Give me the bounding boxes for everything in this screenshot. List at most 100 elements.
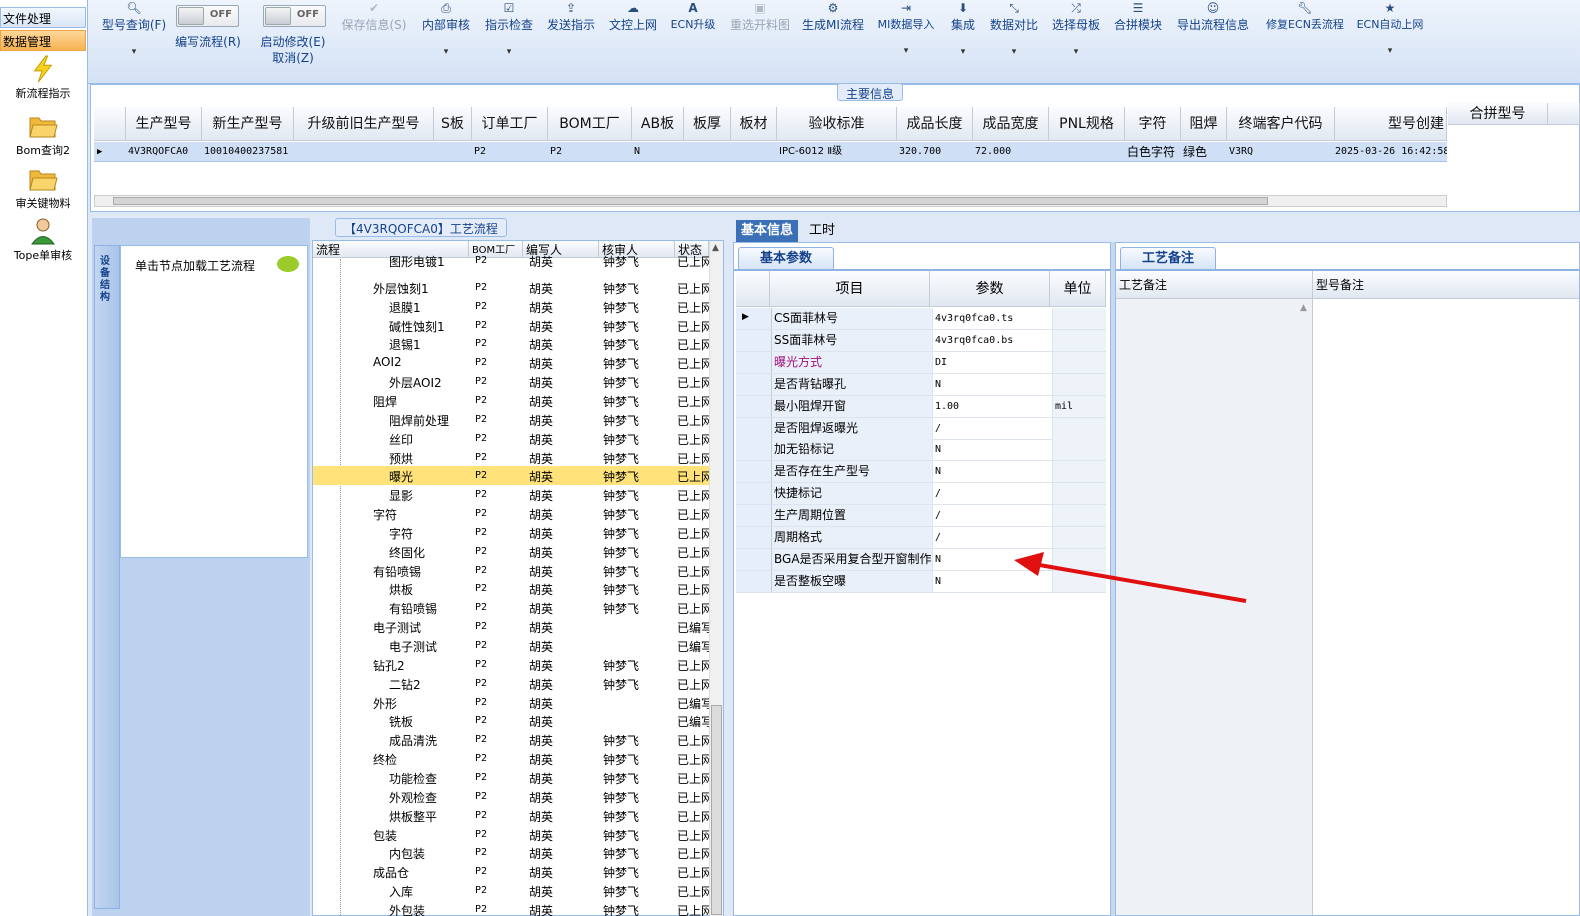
tree-folder-row[interactable]: −字符P2胡英钟梦飞已上网 xyxy=(313,504,709,523)
tab-basic-params[interactable]: 基本参数 xyxy=(738,247,834,269)
param-value-cell[interactable]: / xyxy=(932,527,1052,548)
param-unit-cell[interactable] xyxy=(1052,308,1106,329)
tree-node-row[interactable]: 烘板整平 P2 胡英 钟梦飞 已上网 xyxy=(313,806,709,825)
ecn-auto-online-button[interactable]: ★ ECN自动上网 ▾ xyxy=(1354,0,1426,70)
scroll-up-icon[interactable]: ▲ xyxy=(1300,303,1307,313)
table-cell[interactable]: 320.700 xyxy=(899,142,969,162)
nav-item-bom[interactable]: Bom查询2 xyxy=(0,112,86,158)
save-info-button[interactable]: ✔ 保存信息(S) xyxy=(339,0,409,70)
param-row[interactable]: 是否阻焊返曝光 / xyxy=(736,417,1106,440)
tree-node-row[interactable]: 电子测试 P2 胡英 已编写 xyxy=(313,636,709,655)
column-header[interactable]: 阻焊 xyxy=(1181,107,1227,141)
table-cell[interactable]: 2025-03-26 16:42:58 xyxy=(1335,142,1447,162)
column-header[interactable]: 单位 xyxy=(1050,271,1106,307)
param-unit-cell[interactable] xyxy=(1052,373,1106,395)
param-value-cell[interactable]: 4v3rq0fca0.ts xyxy=(932,308,1052,329)
param-unit-cell[interactable] xyxy=(1052,329,1106,351)
tree-node-row[interactable]: 外包装 P2 胡英 钟梦飞 已上网 xyxy=(313,900,709,916)
param-value-cell[interactable]: / xyxy=(932,483,1052,505)
column-header[interactable]: 验收标准 xyxy=(777,107,897,141)
merge-module-button[interactable]: ☰ 合拼模块 xyxy=(1112,0,1164,70)
select-motherboard-button[interactable]: ⤮ 选择母板 ▾ xyxy=(1050,0,1102,70)
tree-folder-row[interactable]: −包装P2胡英钟梦飞已上网 xyxy=(313,825,709,844)
tab-work-hours[interactable]: 工时 xyxy=(805,220,839,242)
tree-node-row[interactable]: 退锡1 P2 胡英 钟梦飞 已上网 xyxy=(313,334,709,353)
column-header[interactable]: 型号创建 xyxy=(1335,107,1447,141)
nav-item-new-flow[interactable]: 新流程指示 xyxy=(0,55,86,101)
tree-node-row[interactable]: 外观检查 P2 胡英 钟梦飞 已上网 xyxy=(313,787,709,806)
column-header[interactable]: 板厚 xyxy=(684,107,731,141)
param-value-cell[interactable]: 4v3rq0fca0.bs xyxy=(932,329,1052,351)
chevron-down-icon[interactable]: ▾ xyxy=(419,47,473,57)
tree-node-row[interactable]: 成品清洗 P2 胡英 钟梦飞 已上网 xyxy=(313,730,709,749)
tab-process-remark[interactable]: 工艺备注 xyxy=(1120,247,1216,269)
instruction-check-button[interactable]: ☑ 指示检查 ▾ xyxy=(482,0,536,70)
chevron-down-icon[interactable]: ▾ xyxy=(94,47,174,57)
column-header[interactable]: 项目 xyxy=(770,271,930,307)
cancel-edit-label[interactable]: 取消(Z) xyxy=(254,49,332,66)
tree-node-row[interactable]: 显影 P2 胡英 钟梦飞 已上网 xyxy=(313,485,709,504)
tree-node-row[interactable]: 二钻2 P2 胡英 钟梦飞 已上网 xyxy=(313,674,709,693)
table-cell[interactable]: P2 xyxy=(474,142,544,162)
tree-node-row[interactable]: 功能检查 P2 胡英 钟梦飞 已上网 xyxy=(313,768,709,787)
chevron-down-icon[interactable]: ▾ xyxy=(1354,46,1426,56)
mi-data-import-button[interactable]: ⇥ MI数据导入 ▾ xyxy=(873,0,939,70)
table-cell[interactable]: IPC-6012 Ⅱ级 xyxy=(779,142,895,162)
param-value-cell[interactable]: DI xyxy=(932,351,1052,373)
column-header[interactable]: 板材 xyxy=(731,107,777,141)
tree-folder-row[interactable]: −终检P2胡英钟梦飞已上网 xyxy=(313,749,709,768)
param-row[interactable]: SS面菲林号 4v3rq0fca0.bs xyxy=(736,329,1106,352)
doc-online-button[interactable]: ☁ 文控上网 xyxy=(606,0,660,70)
chevron-down-icon[interactable]: ▾ xyxy=(1050,47,1102,57)
param-value-cell[interactable]: / xyxy=(932,505,1052,527)
param-unit-cell[interactable] xyxy=(1052,505,1106,527)
scroll-up-icon[interactable]: ▲ xyxy=(712,243,719,253)
tree-folder-row[interactable]: −阻焊P2胡英钟梦飞已上网 xyxy=(313,391,709,410)
column-header[interactable]: 字符 xyxy=(1125,107,1181,141)
nav-item-key-material[interactable]: 审关键物料 xyxy=(0,165,86,211)
param-unit-cell[interactable] xyxy=(1052,483,1106,505)
scrollbar-thumb[interactable] xyxy=(113,197,1268,205)
tree-folder-row[interactable]: −AOI2P2胡英钟梦飞已上网 xyxy=(313,353,709,372)
param-row[interactable]: 周期格式 / xyxy=(736,527,1106,549)
tree-folder-row[interactable]: −电子测试P2胡英已编写 xyxy=(313,617,709,636)
tree-node-row[interactable]: 字符 P2 胡英 钟梦飞 已上网 xyxy=(313,523,709,542)
ecn-upgrade-button[interactable]: A ECN升级 xyxy=(667,0,719,70)
table-cell[interactable]: 白色字符 xyxy=(1127,142,1181,162)
tab-basic-info[interactable]: 基本信息 xyxy=(736,220,798,242)
tree-node-row[interactable]: 终固化 P2 胡英 钟梦飞 已上网 xyxy=(313,542,709,561)
param-unit-cell[interactable] xyxy=(1052,461,1106,483)
param-row[interactable]: 生产周期位置 / xyxy=(736,505,1106,528)
nav-header-file[interactable]: 文件处理 xyxy=(0,7,86,28)
column-header[interactable]: S板 xyxy=(434,107,472,141)
tree-node-row[interactable]: 预烘 P2 胡英 钟梦飞 已上网 xyxy=(313,448,709,467)
data-compare-button[interactable]: ⤡ 数据对比 ▾ xyxy=(988,0,1040,70)
fix-ecn-flow-button[interactable]: 🔧︎ 修复ECN丢流程 xyxy=(1260,0,1350,70)
param-unit-cell[interactable] xyxy=(1052,351,1106,373)
column-header[interactable]: 升级前旧生产型号 xyxy=(294,107,434,141)
param-value-cell[interactable]: N xyxy=(932,461,1052,483)
generate-mi-flow-button[interactable]: ⚙ 生成MI流程 xyxy=(800,0,866,70)
column-header[interactable]: PNL规格 xyxy=(1049,107,1125,141)
table-cell[interactable]: P2 xyxy=(550,142,620,162)
column-header[interactable]: 终端客户代码 xyxy=(1227,107,1335,141)
column-header[interactable]: 订单工厂 xyxy=(472,107,548,141)
param-value-cell[interactable]: N xyxy=(932,373,1052,395)
column-header[interactable]: 成品长度 xyxy=(897,107,973,141)
param-unit-cell[interactable]: mil xyxy=(1052,395,1106,417)
tree-folder-row[interactable]: −钻孔2P2胡英钟梦飞已上网 xyxy=(313,655,709,674)
export-flow-button[interactable]: ☺ 导出流程信息 xyxy=(1174,0,1252,70)
write-flow-toggle[interactable]: OFF xyxy=(176,5,239,27)
param-value-cell[interactable]: / xyxy=(932,417,1052,439)
nav-item-tope-review[interactable]: Tope单审核 xyxy=(0,217,86,263)
param-value-cell[interactable]: 1.00 xyxy=(932,395,1052,417)
tree-node-row[interactable]: 有铅喷锡 P2 胡英 钟梦飞 已上网 xyxy=(313,598,709,617)
param-row[interactable]: 曝光方式 DI xyxy=(736,351,1106,374)
tree-node-row[interactable]: 丝印 P2 胡英 钟梦飞 已上网 xyxy=(313,429,709,448)
scrollbar-thumb[interactable] xyxy=(711,705,722,915)
table-cell[interactable]: 4V3RQOFCA0 xyxy=(128,142,202,162)
param-row[interactable]: 快捷标记 / xyxy=(736,483,1106,506)
tree-node-row[interactable]: 退膜1 P2 胡英 钟梦飞 已上网 xyxy=(313,297,709,316)
tree-node-row[interactable]: 图形电镀1 P2 胡英 钟梦飞 已上网 xyxy=(313,251,709,270)
start-edit-toggle[interactable]: OFF xyxy=(263,5,326,27)
